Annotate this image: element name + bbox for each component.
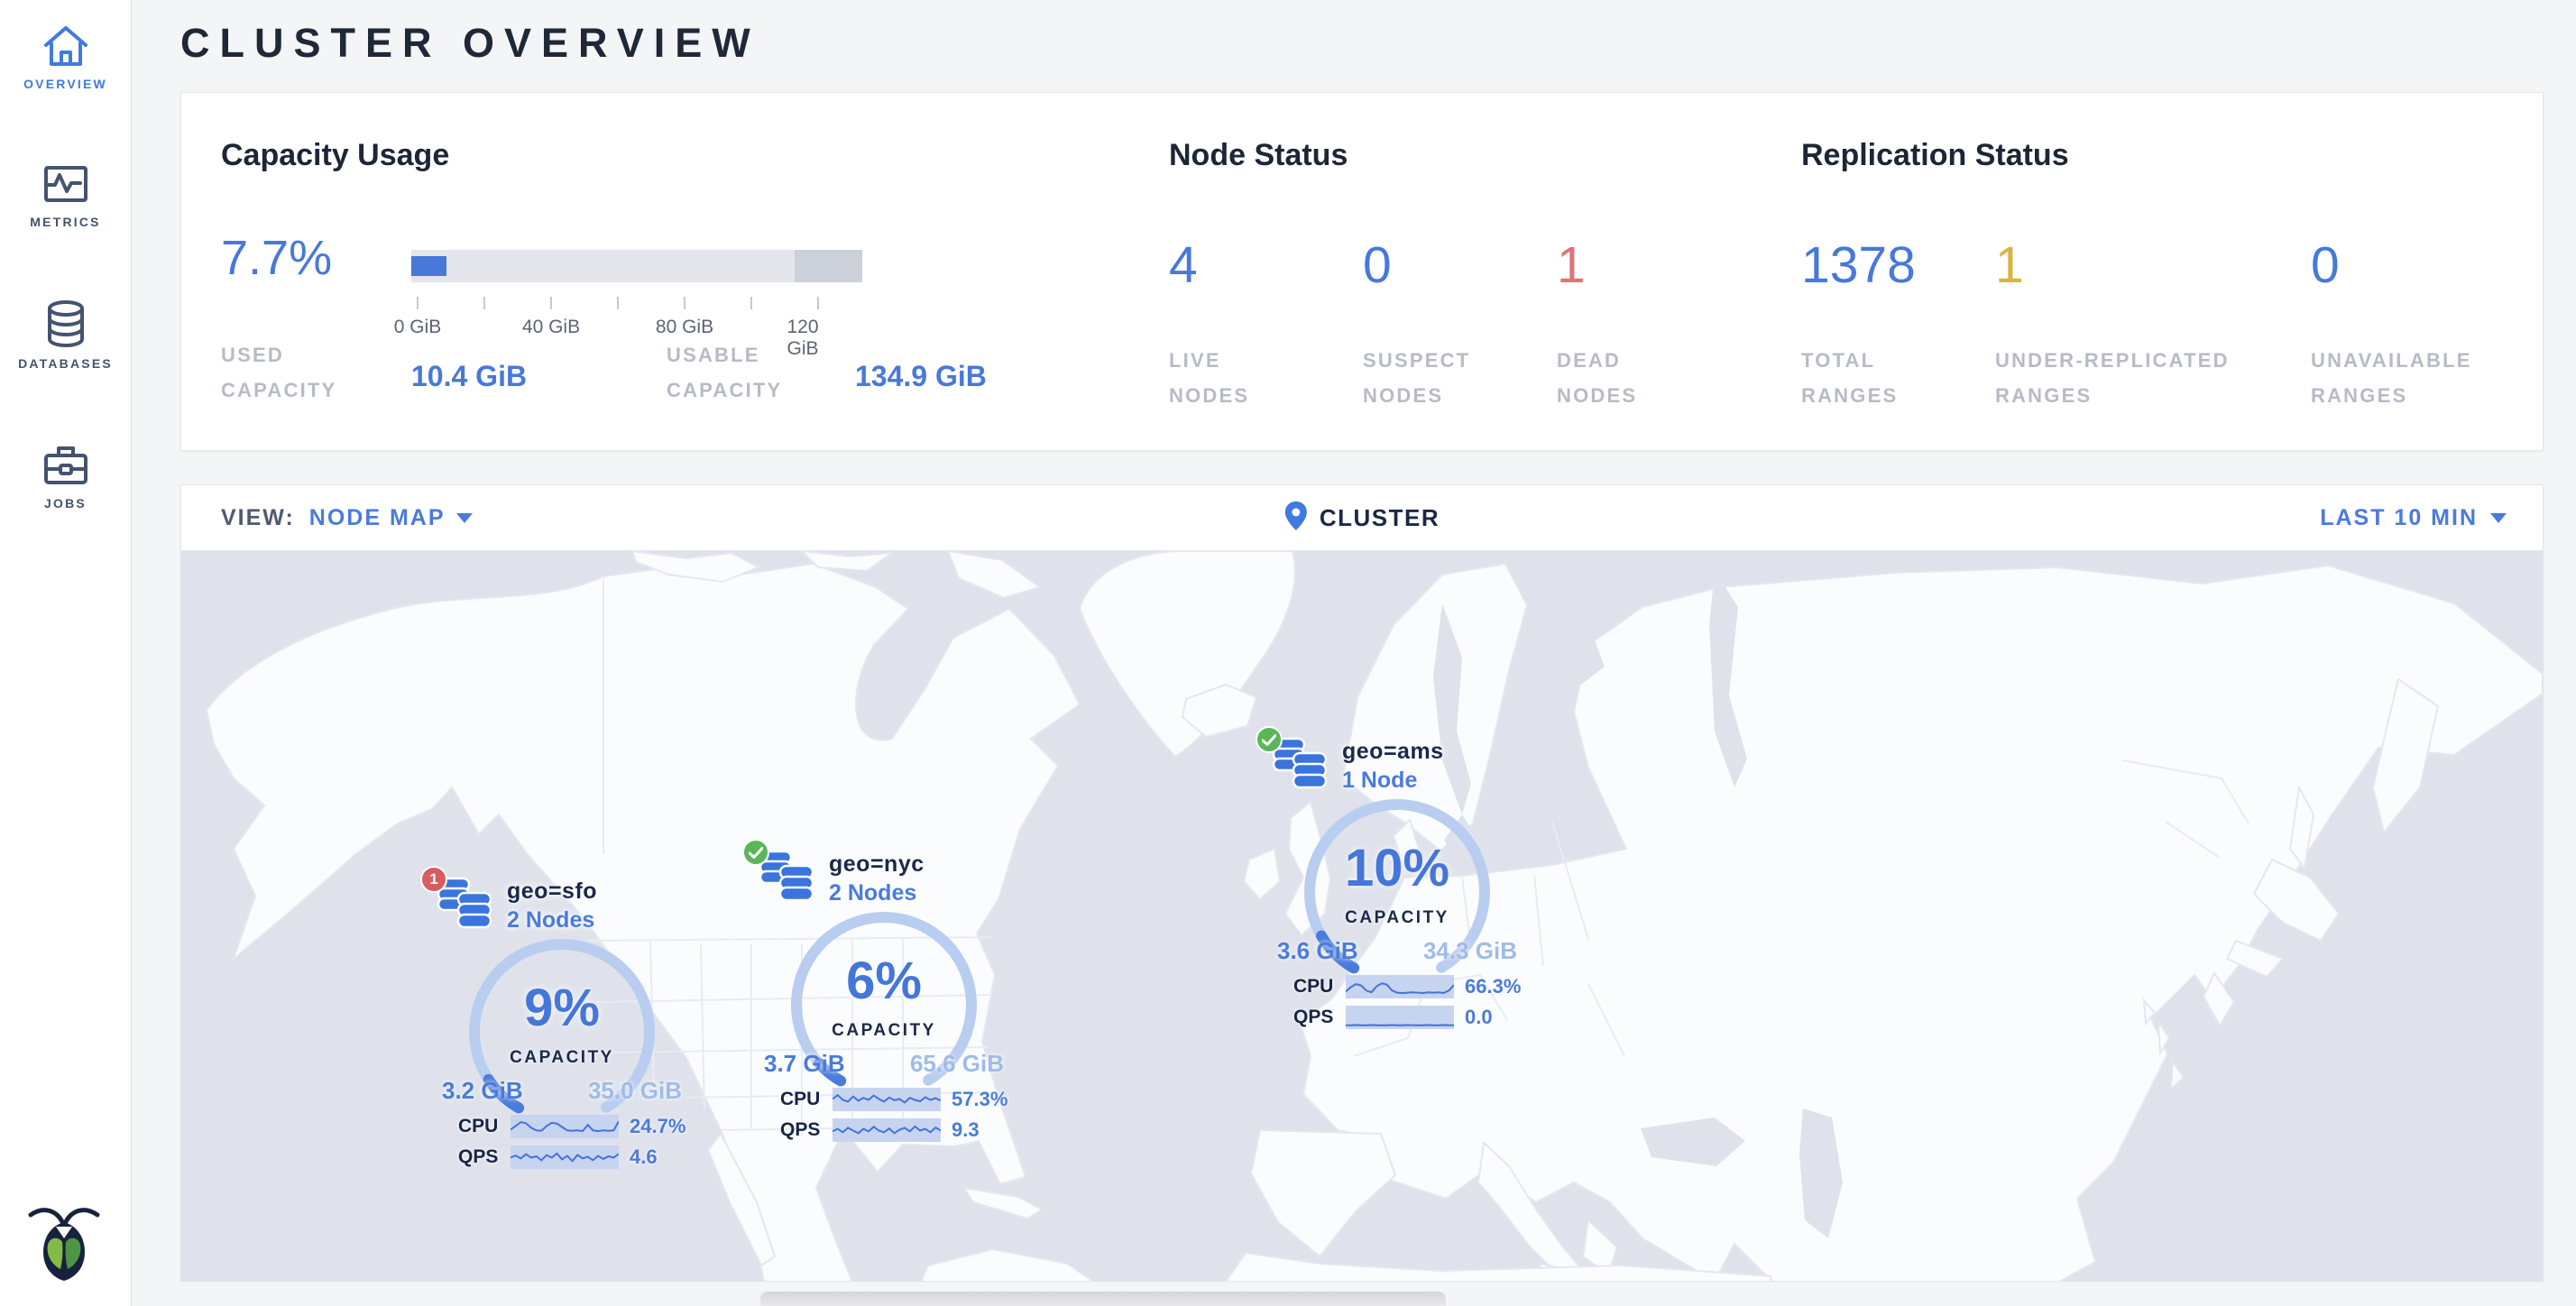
capacity-used: 3.6 GiB — [1277, 937, 1358, 965]
capacity-axis-ticks — [411, 297, 862, 309]
cluster-overview-page: OVERVIEW METRICS DATABASES — [0, 0, 2576, 1306]
sidebar-item-label: METRICS — [30, 215, 100, 229]
capacity-used: 3.7 GiB — [764, 1050, 845, 1078]
cluster-summary-panel: Capacity Usage 7.7% 0 GiB 40 GiB 80 GiB … — [180, 92, 2544, 451]
view-dropdown[interactable]: NODE MAP — [309, 505, 473, 531]
cpu-value: 57.3% — [952, 1088, 1007, 1111]
view-label: VIEW: — [221, 505, 295, 531]
briefcase-icon — [41, 441, 91, 488]
usable-capacity-label: USABLE CAPACITY — [667, 338, 820, 408]
locality-name: geo=nyc — [829, 851, 925, 878]
usable-capacity-value: 134.9 GiB — [855, 360, 987, 393]
capacity-bar — [411, 250, 862, 282]
sidebar-item-metrics[interactable]: METRICS — [0, 161, 132, 229]
cpu-label: CPU — [1293, 976, 1346, 998]
locality-marker-nyc[interactable]: geo=nyc 2 Nodes 6% CAPACITY 3.7 GiB 65.6… — [744, 844, 1024, 1151]
map-toolbar: VIEW: NODE MAP CLUSTER LAST 10 MIN — [181, 485, 2543, 551]
replication-status-title: Replication Status — [1801, 138, 2069, 173]
cpu-value: 24.7% — [630, 1115, 685, 1138]
capacity-percent: 9% — [422, 978, 702, 1038]
capacity-percent: 6% — [744, 951, 1024, 1011]
qps-sparkline — [1346, 1006, 1454, 1029]
cpu-value: 66.3% — [1465, 975, 1521, 998]
sidebar-item-overview[interactable]: OVERVIEW — [0, 23, 132, 91]
capacity-percent: 10% — [1257, 838, 1537, 898]
page-title: CLUSTER OVERVIEW — [180, 20, 760, 67]
sidebar: OVERVIEW METRICS DATABASES — [0, 0, 132, 1306]
cpu-label: CPU — [780, 1089, 833, 1110]
qps-sparkline — [833, 1118, 941, 1142]
used-capacity-label: USED CAPACITY — [221, 338, 374, 408]
locality-name: geo=ams — [1342, 739, 1444, 765]
live-nodes-value: 4 — [1169, 235, 1198, 295]
qps-label: QPS — [458, 1146, 511, 1168]
cpu-label: CPU — [458, 1116, 511, 1137]
cpu-sparkline — [833, 1088, 941, 1111]
sidebar-item-jobs[interactable]: JOBS — [0, 441, 132, 510]
capacity-used-percent: 7.7% — [221, 230, 332, 286]
metrics-icon — [41, 161, 91, 207]
capacity-bar-reserved — [795, 250, 862, 282]
sidebar-item-label: OVERVIEW — [23, 77, 107, 91]
breadcrumb-cluster[interactable]: CLUSTER — [1320, 504, 1440, 532]
cpu-sparkline — [1346, 975, 1454, 998]
qps-value: 0.0 — [1465, 1006, 1493, 1029]
database-icon — [41, 299, 91, 348]
unavailable-ranges-label: UNAVAILABLE RANGES — [2311, 344, 2509, 413]
suspect-nodes-label: SUSPECT NODES — [1363, 344, 1498, 413]
next-panel-shadow — [760, 1292, 1446, 1306]
capacity-total: 35.0 GiB — [588, 1077, 682, 1105]
qps-label: QPS — [780, 1119, 833, 1141]
dead-nodes-label: DEAD NODES — [1557, 344, 1692, 413]
live-nodes-label: LIVE NODES — [1169, 344, 1304, 413]
dead-nodes-value: 1 — [1557, 235, 1586, 295]
check-icon — [1262, 734, 1276, 746]
healthy-badge — [742, 839, 769, 866]
dead-node-badge: 1 — [420, 866, 447, 893]
locality-marker-ams[interactable]: geo=ams 1 Node 10% CAPACITY 3.6 GiB 34.3… — [1257, 731, 1537, 1038]
qps-label: QPS — [1293, 1007, 1346, 1028]
check-icon — [749, 847, 763, 859]
under-replicated-ranges-label: UNDER-REPLICATED RANGES — [1995, 344, 2257, 413]
unavailable-ranges-value: 0 — [2311, 235, 2340, 295]
node-status-title: Node Status — [1169, 138, 1348, 173]
total-ranges-value: 1378 — [1801, 235, 1916, 295]
locality-marker-sfo[interactable]: 1 geo=sfo 2 Nodes — [422, 871, 702, 1178]
total-ranges-label: TOTAL RANGES — [1801, 344, 1937, 413]
suspect-nodes-value: 0 — [1363, 235, 1392, 295]
cpu-sparkline — [511, 1115, 619, 1138]
capacity-axis-labels: 0 GiB 40 GiB 80 GiB 120 GiB — [411, 317, 880, 340]
capacity-total: 34.3 GiB — [1423, 937, 1517, 965]
chevron-down-icon — [456, 513, 473, 523]
capacity-label: CAPACITY — [744, 1021, 1024, 1041]
sidebar-item-databases[interactable]: DATABASES — [0, 299, 132, 371]
location-pin-icon — [1284, 501, 1308, 536]
capacity-label: CAPACITY — [1257, 908, 1537, 928]
sidebar-item-label: DATABASES — [18, 356, 113, 371]
qps-sparkline — [511, 1145, 619, 1169]
capacity-label: CAPACITY — [422, 1048, 702, 1068]
capacity-bar-fill — [411, 256, 446, 276]
capacity-usage-title: Capacity Usage — [221, 138, 449, 173]
locality-name: geo=sfo — [507, 878, 597, 905]
sidebar-item-label: JOBS — [44, 496, 87, 510]
world-map: 1 geo=sfo 2 Nodes — [181, 551, 2543, 1282]
cockroachdb-logo — [23, 1200, 105, 1288]
healthy-badge — [1256, 726, 1283, 753]
under-replicated-ranges-value: 1 — [1995, 235, 2024, 295]
capacity-used: 3.2 GiB — [442, 1077, 523, 1105]
time-range-dropdown[interactable]: LAST 10 MIN — [2320, 485, 2507, 550]
capacity-total: 65.6 GiB — [910, 1050, 1004, 1078]
chevron-down-icon — [2490, 513, 2507, 523]
used-capacity-value: 10.4 GiB — [411, 360, 527, 393]
qps-value: 4.6 — [630, 1145, 658, 1169]
qps-value: 9.3 — [952, 1118, 980, 1142]
home-icon — [41, 23, 91, 69]
node-map-panel: VIEW: NODE MAP CLUSTER LAST 10 MIN — [180, 484, 2544, 1281]
